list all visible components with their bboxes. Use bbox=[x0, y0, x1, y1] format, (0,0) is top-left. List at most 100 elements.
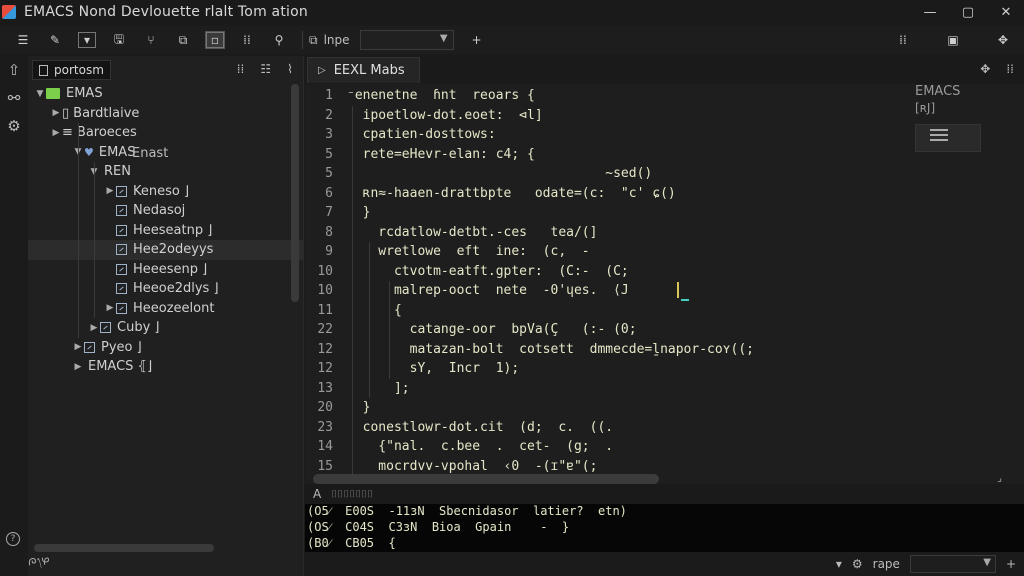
document-icon: ▯ bbox=[62, 105, 70, 121]
tree-item[interactable]: Heeoe2dlys ⌋ bbox=[28, 279, 303, 299]
code-line[interactable]: 22 catange-oor bpVa(Ç (:- (0; bbox=[305, 320, 1024, 340]
tree-item[interactable]: Heeesenp ⌋ bbox=[28, 260, 303, 280]
code-line[interactable]: 6 ʀn≈-haaen-drattbpte odate=(c: "c' ɕ() bbox=[305, 184, 1024, 204]
tree-item[interactable]: ▶ ▯ Bardtlaive bbox=[28, 104, 303, 124]
tree-item[interactable]: Hee2odeyys bbox=[28, 240, 303, 260]
maximize-button[interactable]: ▢ bbox=[960, 5, 976, 20]
tree-item[interactable]: ▼ EMAS bbox=[28, 84, 303, 104]
chevron-right-icon[interactable]: ▶ bbox=[72, 362, 84, 372]
close-button[interactable]: ✕ bbox=[998, 5, 1014, 20]
chevron-right-icon[interactable]: ▶ bbox=[72, 342, 84, 352]
copy-icon[interactable]: ⧉ bbox=[174, 31, 192, 49]
sidebar-horizontal-scrollbar[interactable] bbox=[34, 544, 214, 552]
code-line[interactable]: 13 ]; bbox=[305, 379, 1024, 399]
activity-bar: ⇧ ⚯ ⚙ bbox=[0, 56, 28, 576]
add-button[interactable]: + bbox=[468, 31, 486, 49]
search-label: lnpe bbox=[323, 33, 350, 47]
tree-item[interactable]: ▶ Cuby ⌋ bbox=[28, 318, 303, 338]
tree-item[interactable]: Nedasoj bbox=[28, 201, 303, 221]
tree-item-label: Baroeces bbox=[76, 125, 137, 141]
tree-hover-label: Enast bbox=[132, 146, 169, 161]
terminal-panel[interactable]: (O5⁄ E00S -11ɜN Sbecnidasor latier? etn)… bbox=[305, 504, 1024, 552]
code-line-text: {"nal. c.bee . cet- (g; . bbox=[347, 439, 614, 455]
list-icon[interactable]: ☷ bbox=[260, 62, 271, 76]
status-dropdown[interactable]: ▼ bbox=[909, 555, 996, 573]
gear-icon[interactable]: ⚙ bbox=[0, 112, 28, 140]
chevron-down-icon[interactable]: ▼ bbox=[34, 89, 46, 99]
refresh-icon[interactable]: ⌇ bbox=[287, 62, 293, 76]
code-line-text: matazan-bolt cotsett dmmecde=ḻnapor-coʏ(… bbox=[347, 341, 754, 357]
tree-item[interactable]: ▶ EMACS ⦃⌋ bbox=[28, 357, 303, 377]
search-dropdown[interactable]: ▼ bbox=[359, 30, 454, 50]
code-line[interactable]: 20 } bbox=[305, 398, 1024, 418]
editor-horizontal-scrollbar[interactable] bbox=[313, 474, 659, 484]
gear-icon[interactable]: ⚙ bbox=[852, 557, 863, 571]
person-icon[interactable]: ⚲ bbox=[270, 31, 288, 49]
minimize-button[interactable]: — bbox=[922, 5, 938, 20]
layout-icon[interactable]: ⁞⁞ bbox=[1006, 62, 1014, 76]
tree-item[interactable]: ▶ ≡ Baroeces bbox=[28, 123, 303, 143]
code-line[interactable]: 14 {"nal. c.bee . cet- (g; . bbox=[305, 437, 1024, 457]
clipboard-icon[interactable]: ▣ bbox=[944, 31, 962, 49]
chevron-down-icon[interactable]: ▾ bbox=[836, 557, 842, 571]
indent-guide bbox=[352, 105, 353, 496]
line-number: 6 bbox=[325, 185, 333, 201]
editor-tab[interactable]: ▷ EEXL Mabs bbox=[307, 57, 420, 83]
code-line[interactable]: 9 wretlowe eft ine: (c, - bbox=[305, 242, 1024, 262]
code-line[interactable]: 12 sY, Incr 1); bbox=[305, 359, 1024, 379]
title-bar: EMACS Nond Devlouette rlalt Tom ation — … bbox=[0, 0, 1024, 24]
sidebar-header: portosm ⁞⁞ ☷ ⌇ bbox=[28, 56, 303, 84]
dropdown-box-icon[interactable]: ▾ bbox=[78, 32, 96, 48]
plus-icon[interactable]: + bbox=[1006, 557, 1016, 571]
dots-icon[interactable]: ⁞⁞ bbox=[894, 31, 912, 49]
tree-item[interactable]: ▶ Keneso ⌋ bbox=[28, 182, 303, 202]
minimap[interactable]: EMACS [ʀJ] bbox=[915, 84, 1020, 184]
search-prefix-icon: ⧉ bbox=[309, 32, 318, 47]
tree-item-label: Cuby ⌋ bbox=[117, 320, 160, 336]
chevron-down-icon: ▼ bbox=[983, 557, 991, 568]
minimap-subtitle: [ʀJ] bbox=[915, 101, 936, 115]
move-icon[interactable]: ✥ bbox=[994, 31, 1012, 49]
git-branch-icon[interactable]: ⑂ bbox=[142, 31, 160, 49]
tree-item[interactable]: Heeseatnp ⌋ bbox=[28, 221, 303, 241]
code-line[interactable]: 7 } bbox=[305, 203, 1024, 223]
help-icon[interactable]: ? bbox=[6, 532, 20, 546]
explorer-up-icon[interactable]: ⇧ bbox=[0, 56, 28, 84]
code-line[interactable]: 8 rcdatlow-detbt.-ces tea/(] bbox=[305, 223, 1024, 243]
terminal-icon[interactable]: ▫ bbox=[205, 31, 225, 49]
tree-item[interactable]: ▶ Pyeo ⌋ bbox=[28, 338, 303, 358]
code-line-text: sY, Incr 1); bbox=[347, 361, 520, 377]
chevron-right-icon[interactable]: ▶ bbox=[50, 128, 62, 138]
code-line[interactable]: 12 matazan-bolt cotsett dmmecde=ḻnapor-c… bbox=[305, 340, 1024, 360]
tree-item-label: Pyeo ⌋ bbox=[101, 339, 142, 355]
chevron-right-icon[interactable]: ▶ bbox=[104, 303, 116, 313]
resize-corner-icon[interactable]: ⌟ bbox=[997, 473, 1002, 484]
menu-icon[interactable]: ☰ bbox=[14, 31, 32, 49]
line-number: 7 bbox=[325, 205, 333, 221]
tree-item[interactable]: ▼REN bbox=[28, 162, 303, 182]
line-number: 13 bbox=[317, 380, 333, 396]
code-line[interactable]: 10 malrep-ooct nete -0'ɥes. ⟨J bbox=[305, 281, 1024, 301]
file-tree: ▼EMAS▶▯Bardtlaive▶≡Baroeces▼♥EMAS▼REN▶Ke… bbox=[28, 84, 303, 377]
file-icon bbox=[116, 224, 127, 236]
chevron-right-icon[interactable]: ▶ bbox=[104, 186, 116, 196]
toolbar: ☰ ✎ ▾ 🖫 ⑂ ⧉ ▫ ⁞⁞ ⚲ ⧉ lnpe ▼ + ⁞⁞ ▣ ✥ bbox=[0, 26, 1024, 54]
tree-item[interactable]: ▶ Heeozeelont bbox=[28, 299, 303, 319]
code-line[interactable]: 23 conestlowr-dot.cit (d; c. ((. bbox=[305, 418, 1024, 438]
split-icon[interactable]: ✥ bbox=[980, 62, 990, 76]
sidebar-scrollbar[interactable] bbox=[291, 84, 299, 302]
chevron-right-icon[interactable]: ▶ bbox=[50, 108, 62, 118]
code-line[interactable]: 10 ctvotm-eatft.gpter: (C:- (C; bbox=[305, 262, 1024, 282]
line-number: 23 bbox=[317, 419, 333, 435]
save-icon[interactable]: 🖫 bbox=[110, 31, 128, 49]
settings-dots-icon[interactable]: ⁞⁞ bbox=[238, 31, 256, 49]
code-line[interactable]: 11 { bbox=[305, 301, 1024, 321]
sidebar-title-tab[interactable]: portosm bbox=[32, 60, 111, 80]
collapse-icon[interactable]: ⁞⁞ bbox=[237, 62, 245, 76]
tree-indent-guide bbox=[94, 162, 95, 318]
pencil-icon[interactable]: ✎ bbox=[46, 31, 64, 49]
sidebar-status: ᰍ᭞ᰋ bbox=[28, 552, 49, 574]
minimap-viewport[interactable] bbox=[915, 124, 981, 152]
link-icon[interactable]: ⚯ bbox=[0, 84, 28, 112]
chevron-right-icon[interactable]: ▶ bbox=[88, 323, 100, 333]
